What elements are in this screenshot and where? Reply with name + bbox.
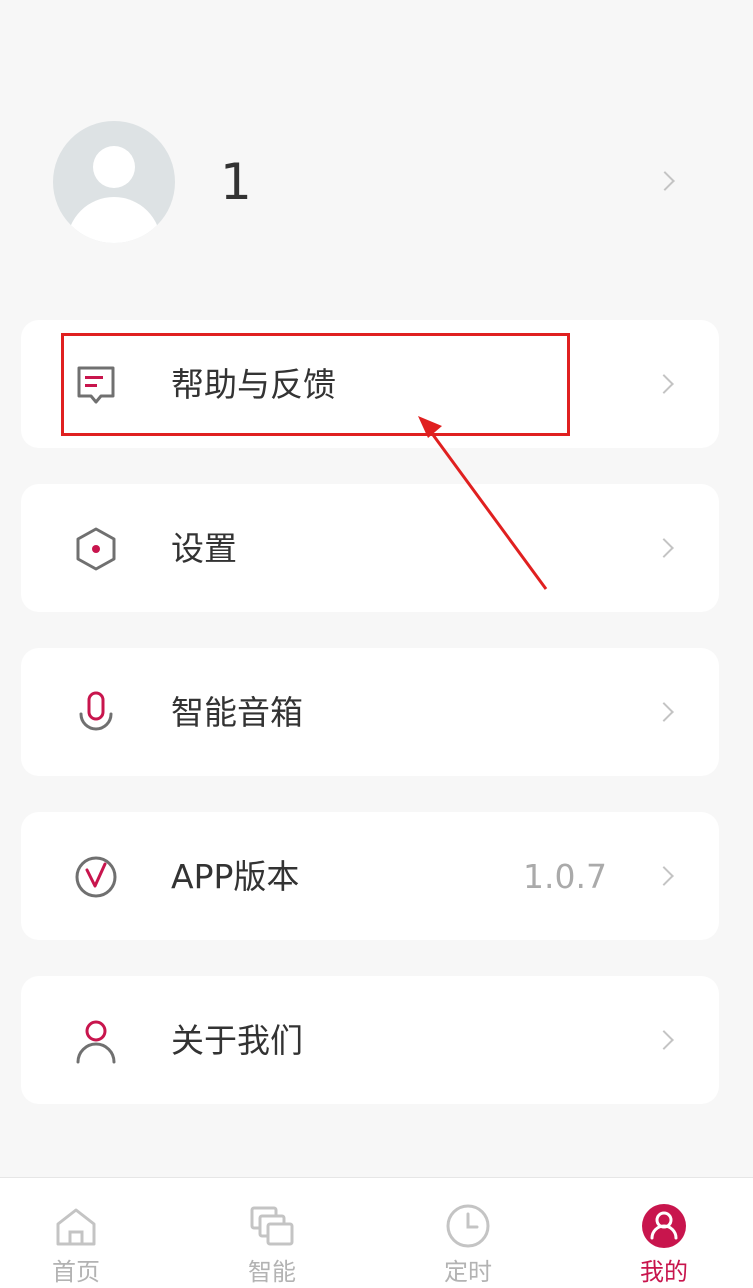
tab-mine[interactable]: 我的 (570, 1178, 753, 1288)
tab-label: 我的 (640, 1258, 688, 1286)
clock-icon (446, 1204, 490, 1248)
tab-label: 首页 (52, 1258, 100, 1286)
bottom-tab-bar: 首页 智能 定时 我的 (0, 1177, 753, 1288)
home-icon (56, 1208, 96, 1246)
tab-smart[interactable]: 智能 (178, 1178, 366, 1288)
devices-icon (250, 1206, 294, 1246)
tab-schedule[interactable]: 定时 (374, 1178, 562, 1288)
tab-label: 定时 (444, 1258, 492, 1286)
tab-home[interactable]: 首页 (0, 1178, 170, 1288)
user-circle-icon (642, 1204, 686, 1248)
tab-label: 智能 (248, 1258, 296, 1286)
annotation-arrow (418, 416, 548, 590)
